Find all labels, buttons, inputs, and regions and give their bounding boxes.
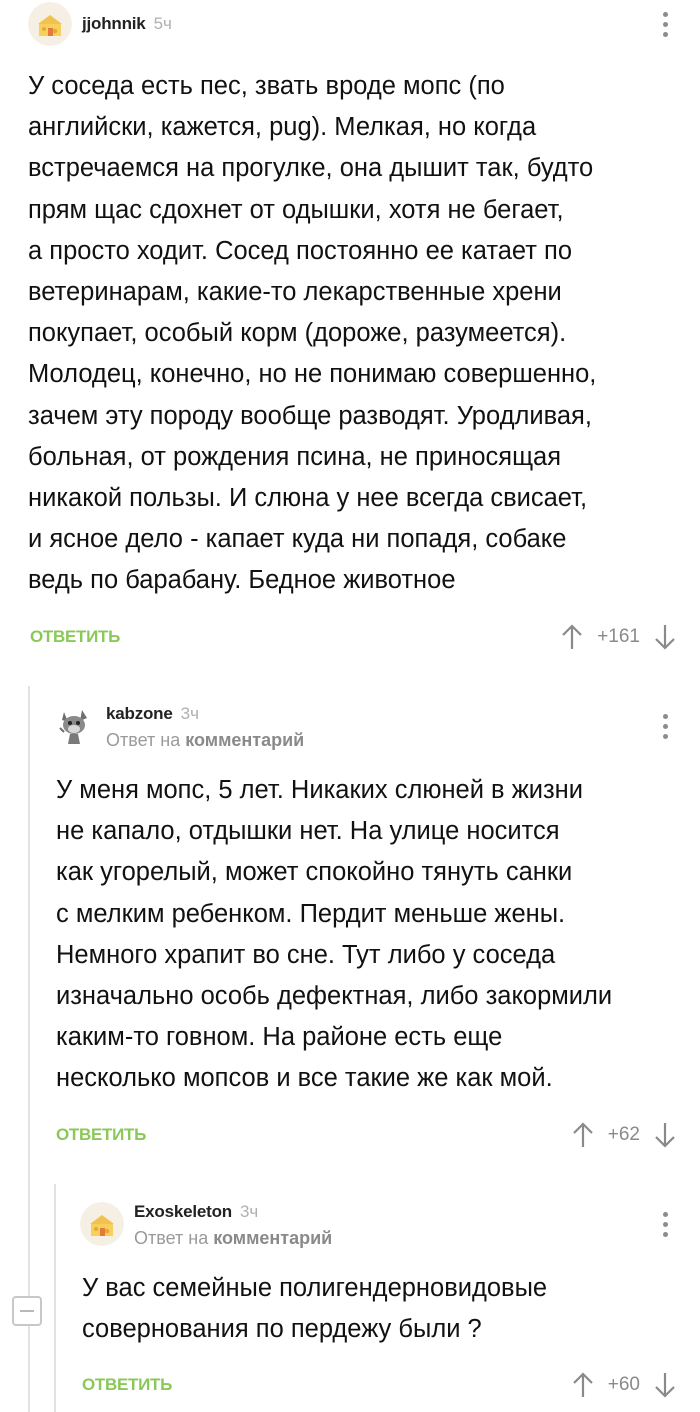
comment-line: не капало, отдышки нет. На улице носится: [56, 817, 560, 846]
reply-to-line: Ответ на комментарий: [134, 1228, 332, 1249]
downvote-arrow-icon[interactable]: [654, 1371, 676, 1399]
vote-score: +62: [607, 1124, 640, 1145]
comment-actions: ОТВЕТИТЬ +161: [30, 620, 676, 654]
vote-score: +161: [597, 626, 640, 647]
cheese-house-avatar-icon[interactable]: [28, 2, 72, 46]
comment-line: Немного храпит во сне. Тут либо у соседа: [56, 940, 556, 969]
reply-to-link[interactable]: комментарий: [185, 730, 304, 750]
comment-line: У меня мопс, 5 лет. Никаких слюней в жиз…: [56, 776, 584, 804]
downvote-arrow-icon[interactable]: [654, 1121, 676, 1149]
comment-actions: ОТВЕТИТЬ +60: [82, 1368, 676, 1402]
reply-button[interactable]: ОТВЕТИТЬ: [56, 1125, 146, 1145]
upvote-arrow-icon[interactable]: [561, 623, 583, 651]
comment-line: ведь по барабану. Бедное животное: [28, 566, 456, 595]
comment-line: с мелким ребенком. Пердит меньше жены.: [56, 899, 566, 928]
comment-line: совернования по пердежу были ?: [82, 1315, 482, 1344]
comment-line: покупает, особый корм (дороже, разумеетс…: [28, 319, 567, 348]
reply-to-link[interactable]: комментарий: [213, 1228, 332, 1248]
author-name[interactable]: Exoskeleton: [134, 1202, 232, 1222]
author-name[interactable]: jjohnnik: [82, 14, 146, 34]
comment-line: встречаемся на прогулке, она дышит так, …: [28, 154, 594, 183]
comment-line: больная, от рождения псина, не приносяща…: [28, 442, 562, 471]
comment-time: 5ч: [153, 14, 172, 33]
comment-line: изначально особь дефектная, либо закорми…: [56, 982, 613, 1011]
comment-line: У соседа есть пес, звать вроде мопс (по: [28, 72, 505, 100]
reply-to-prefix: Ответ на: [106, 730, 181, 750]
comment-line: несколько мопсов и все такие же как мой.: [56, 1064, 553, 1093]
cheese-house-avatar-icon[interactable]: [80, 1202, 124, 1246]
thread-line[interactable]: [54, 1184, 56, 1412]
comment-line: ветеринарам, какие-то лекарственные хрен…: [28, 278, 562, 307]
reply-to-prefix: Ответ на: [134, 1228, 209, 1248]
cartoon-cat-avatar-icon[interactable]: [52, 702, 96, 746]
comment-line: каким-то говном. На районе есть еще: [56, 1023, 503, 1052]
comment-time: 3ч: [180, 704, 199, 723]
comment-line: прям щас сдохнет от одышки, хотя не бега…: [28, 195, 564, 224]
comment-body: У соседа есть пес, звать вроде мопс (по …: [28, 66, 596, 602]
comment-actions: ОТВЕТИТЬ +62: [56, 1118, 676, 1152]
vote-score: +60: [607, 1374, 640, 1395]
comment-time: 3ч: [239, 1202, 259, 1221]
more-options-icon[interactable]: [661, 1212, 669, 1237]
upvote-arrow-icon[interactable]: [572, 1371, 594, 1399]
comment-line: и ясное дело - капает куда ни попадя, со…: [28, 525, 567, 554]
comment-header: kabzone 3ч Ответ на комментарий: [52, 702, 304, 751]
comment-line: как угорелый, может спокойно тянуть санк…: [56, 858, 573, 887]
comment-header: Exoskeleton 3ч Ответ на комментарий: [80, 1202, 332, 1249]
comment-line: никакой пользы. И слюна у нее всегда сви…: [28, 484, 588, 513]
comment-header: jjohnnik 5ч: [28, 2, 172, 46]
comment-line: У вас семейные полигендерновидовые: [82, 1274, 548, 1302]
upvote-arrow-icon[interactable]: [572, 1121, 594, 1149]
comment-line: Молодец, конечно, но не понимаю совершен…: [28, 360, 597, 389]
collapse-thread-button[interactable]: [12, 1296, 42, 1326]
more-options-icon[interactable]: [661, 12, 669, 37]
author-name[interactable]: kabzone: [106, 704, 173, 724]
reply-button[interactable]: ОТВЕТИТЬ: [82, 1375, 172, 1395]
comment-line: английски, кажется, pug). Мелкая, но ког…: [28, 113, 537, 142]
reply-to-line: Ответ на комментарий: [106, 730, 304, 751]
comment-body: У меня мопс, 5 лет. Никаких слюней в жиз…: [56, 770, 612, 1100]
comment-line: а просто ходит. Сосед постоянно ее катае…: [28, 236, 573, 265]
reply-button[interactable]: ОТВЕТИТЬ: [30, 627, 120, 647]
downvote-arrow-icon[interactable]: [654, 623, 676, 651]
comment-line: зачем эту породу вообще разводят. Уродли…: [28, 401, 592, 430]
comment-body: У вас семейные полигендерновидовые совер…: [82, 1268, 547, 1350]
more-options-icon[interactable]: [661, 714, 669, 739]
